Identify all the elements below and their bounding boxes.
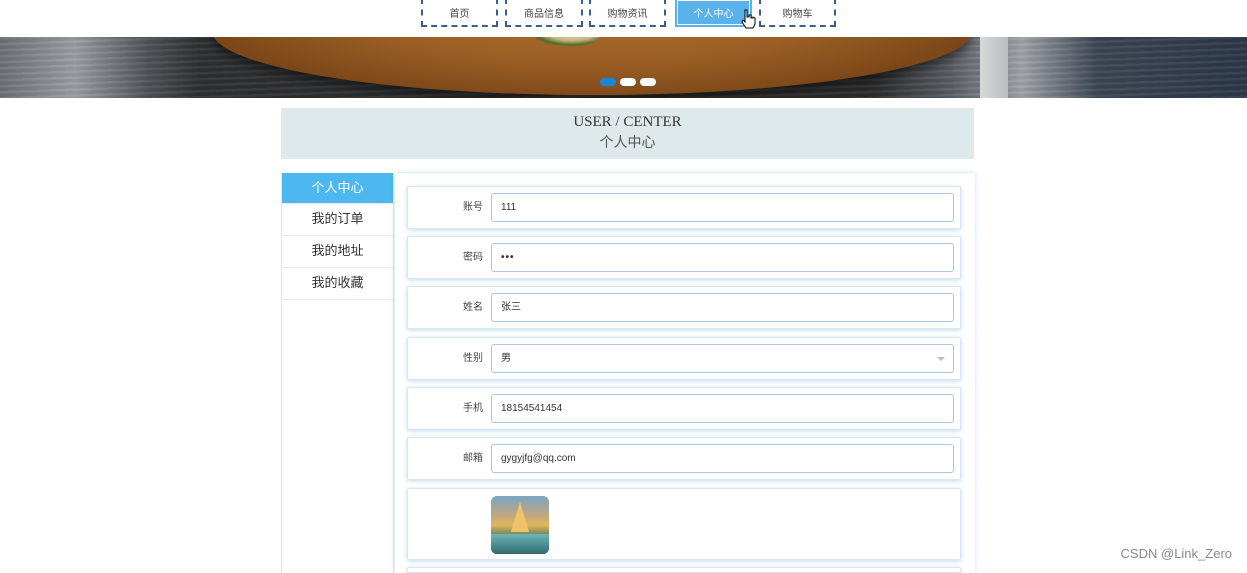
- profile-form: 账号 111 密码 ••• 姓名 张三 性别 男 手机 18154541454 …: [395, 173, 975, 573]
- form-row-email: 邮箱 gygyjfg@qq.com: [407, 437, 961, 480]
- form-row-account: 账号 111: [407, 186, 961, 229]
- page-title-zh: 个人中心: [599, 135, 656, 151]
- nav-home[interactable]: 首页: [421, 0, 498, 27]
- form-row-password: 密码 •••: [407, 236, 961, 279]
- carousel-dot-1[interactable]: [600, 78, 616, 86]
- password-input[interactable]: •••: [491, 243, 954, 272]
- top-nav: 首页 商品信息 购物资讯 个人中心 购物车: [0, 0, 1247, 37]
- banner-knife: [980, 37, 1008, 98]
- nav-cart[interactable]: 购物车: [759, 0, 836, 27]
- page-title: USER / CENTER 个人中心: [281, 108, 974, 159]
- watermark: CSDN @Link_Zero: [1120, 546, 1232, 561]
- nav-products[interactable]: 商品信息: [505, 0, 583, 27]
- email-label: 邮箱: [463, 453, 483, 464]
- form-row-next: [407, 567, 961, 573]
- gender-value: 男: [501, 353, 511, 364]
- sidebar-item-user-center[interactable]: 个人中心: [282, 173, 393, 204]
- phone-label: 手机: [463, 403, 483, 414]
- password-label: 密码: [463, 252, 483, 263]
- gender-label: 性别: [463, 353, 483, 364]
- hand-cursor-icon: [741, 9, 756, 29]
- form-row-phone: 手机 18154541454: [407, 387, 961, 430]
- form-row-gender: 性别 男: [407, 337, 961, 380]
- avatar-mountain: [511, 502, 529, 532]
- account-label: 账号: [463, 202, 483, 213]
- carousel-dot-3[interactable]: [640, 78, 656, 86]
- sidebar-item-favorites[interactable]: 我的收藏: [282, 268, 393, 300]
- phone-input[interactable]: 18154541454: [491, 394, 954, 423]
- name-input[interactable]: 张三: [491, 293, 954, 322]
- page-title-en: USER / CENTER: [573, 114, 682, 130]
- gender-select[interactable]: 男: [491, 344, 954, 373]
- account-input[interactable]: 111: [491, 193, 954, 222]
- nav-news[interactable]: 购物资讯: [589, 0, 666, 27]
- email-input[interactable]: gygyjfg@qq.com: [491, 444, 954, 473]
- sidebar: 个人中心 我的订单 我的地址 我的收藏: [281, 173, 394, 573]
- name-label: 姓名: [463, 302, 483, 313]
- form-row-name: 姓名 张三: [407, 286, 961, 329]
- sidebar-item-orders[interactable]: 我的订单: [282, 204, 393, 236]
- carousel-dot-2[interactable]: [620, 78, 636, 86]
- avatar-image[interactable]: [491, 496, 549, 554]
- chevron-down-icon: [937, 357, 945, 361]
- sidebar-item-address[interactable]: 我的地址: [282, 236, 393, 268]
- form-row-avatar: [407, 488, 961, 560]
- banner-carousel[interactable]: [0, 37, 1247, 98]
- avatar-lake: [491, 534, 549, 554]
- carousel-indicators: [600, 78, 656, 86]
